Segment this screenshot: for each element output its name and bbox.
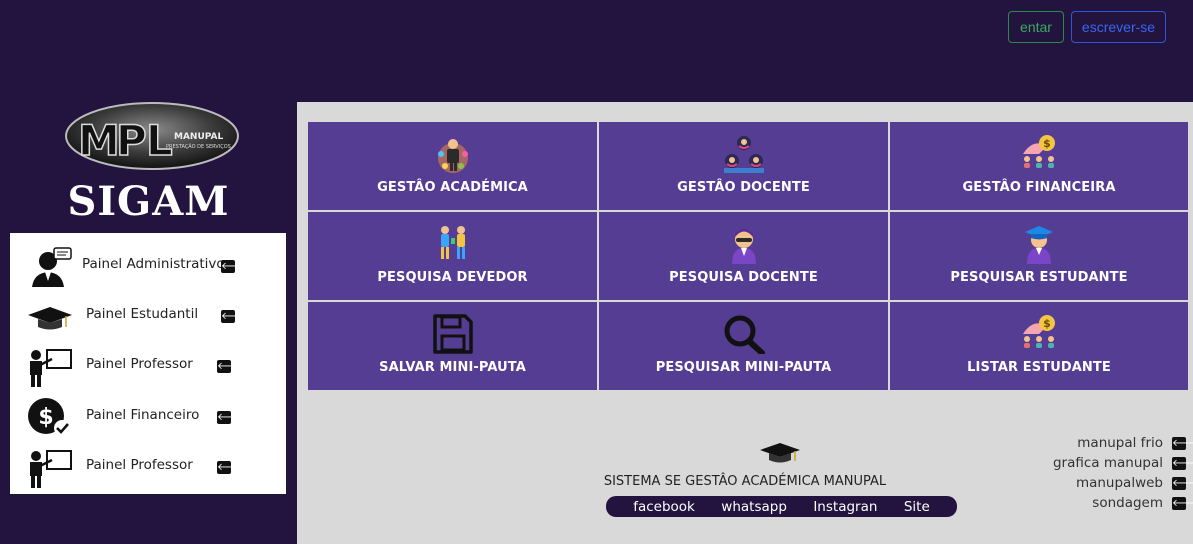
link-grafica-manupal[interactable]: grafica manupal 🡐 [997, 454, 1193, 472]
footer-title-text: SISTEMA SE GESTÂO ACADÉMICA MANUPAL [603, 474, 887, 489]
tile-gestao-academica[interactable]: GESTÂO ACADÉMICA [308, 122, 597, 210]
site-link[interactable]: Site [904, 499, 930, 515]
academic-icon [437, 139, 468, 173]
app-window: entar escrever-se M P L MANUPAL PRESTAÇÃ… [0, 0, 1193, 544]
sidebar-item-label: Painel Professor [86, 356, 193, 372]
brand-title: SIGAM [67, 178, 230, 225]
svg-text:$: $ [38, 405, 53, 430]
arrow-left-icon: 🡐 [1172, 437, 1193, 450]
dollar-check-icon: $ [28, 398, 70, 436]
link-label: manupalweb [1075, 475, 1163, 491]
link-manupal-frio[interactable]: manupal frio 🡐 [997, 434, 1193, 452]
link-label: grafica manupal [1052, 455, 1163, 471]
admin-icon [32, 247, 72, 287]
signup-button[interactable]: escrever-se [1071, 11, 1166, 43]
tile-label: GESTÂO DOCENTE [677, 180, 810, 195]
instagram-link[interactable]: Instagran [813, 499, 877, 515]
arrow-left-icon: 🡐 [1172, 477, 1193, 490]
student-icon [1025, 226, 1053, 264]
tile-label: GESTÂO ACADÉMICA [377, 180, 528, 195]
tile-salvar-mini-pauta[interactable]: SALVAR MINI-PAUTA [308, 302, 597, 390]
tile-gestao-docente[interactable]: GESTÂO DOCENTE [599, 122, 888, 210]
company-logo: M P L MANUPAL PRESTAÇÃO DE SERVIÇOS [65, 102, 239, 170]
teachers-group-icon [723, 136, 764, 173]
sidebar-item-label: Painel Professor [86, 457, 193, 473]
sidebar-item-student[interactable]: Painel Estudantil 🡐 [10, 291, 286, 341]
module-grid: GESTÂO ACADÉMICA GESTÂO DOCENTE $ GESTÂO… [308, 122, 1188, 390]
tile-listar-estudante[interactable]: $ LISTAR ESTUDANTE [890, 302, 1188, 390]
tile-label: PESQUISAR ESTUDANTE [950, 270, 1128, 285]
teacher-search-icon [731, 229, 756, 264]
sidebar-item-label: Painel Financeiro [86, 407, 200, 423]
tile-label: GESTÂO FINANCEIRA [962, 180, 1116, 195]
link-manupalweb[interactable]: manupalweb 🡐 [997, 474, 1193, 492]
debtor-icon [440, 226, 465, 259]
svg-text:$: $ [1043, 137, 1051, 150]
tile-label: PESQUISA DEVEDOR [377, 270, 528, 285]
svg-text:P: P [116, 116, 147, 165]
svg-text:M: M [78, 116, 120, 165]
sidebar-item-admin[interactable]: Painel Administrativo 🡐 [10, 241, 286, 291]
arrow-left-icon: 🡐 [221, 310, 248, 323]
tile-label: PESQUISAR MINI-PAUTA [655, 360, 832, 375]
tile-pesquisar-mini-pauta[interactable]: PESQUISAR MINI-PAUTA [599, 302, 888, 390]
tile-label: SALVAR MINI-PAUTA [379, 360, 526, 375]
arrow-left-icon: 🡐 [221, 260, 248, 273]
arrow-left-icon: 🡐 [217, 360, 244, 373]
teacher-board-icon [30, 349, 72, 387]
tile-gestao-financeira[interactable]: $ GESTÂO FINANCEIRA [890, 122, 1188, 210]
whatsapp-link[interactable]: whatsapp [721, 499, 787, 515]
link-label: manupal frio [1077, 435, 1163, 451]
tile-pesquisar-estudante[interactable]: PESQUISAR ESTUDANTE [890, 212, 1188, 300]
arrow-left-icon: 🡐 [217, 411, 244, 424]
teacher-board-icon [30, 450, 72, 488]
login-button[interactable]: entar [1008, 11, 1064, 43]
tile-label: LISTAR ESTUDANTE [967, 360, 1111, 375]
link-label: sondagem [1092, 495, 1163, 511]
arrow-left-icon: 🡐 [1172, 497, 1193, 510]
arrow-left-icon: 🡐 [217, 461, 244, 474]
sidebar-item-label: Painel Administrativo [82, 256, 225, 272]
sidebar-item-professor[interactable]: Painel Professor 🡐 [10, 341, 286, 391]
sidebar-panel: Painel Administrativo 🡐 Painel Estudanti… [10, 233, 286, 494]
save-icon [432, 314, 473, 354]
tile-pesquisa-devedor[interactable]: PESQUISA DEVEDOR [308, 212, 597, 300]
logo-subtext-2: PRESTAÇÃO DE SERVIÇOS [166, 143, 231, 150]
graduation-cap-icon [760, 443, 800, 463]
sidebar-item-professor-2[interactable]: Painel Professor 🡐 [10, 442, 286, 492]
magnifier-icon [724, 315, 765, 354]
tile-pesquisa-docente[interactable]: PESQUISA DOCENTE [599, 212, 888, 300]
social-links-bar: facebook whatsapp Instagran Site [606, 496, 957, 517]
finance-icon: $ [1023, 315, 1055, 348]
logo-subtext-1: MANUPAL [174, 132, 223, 142]
facebook-link[interactable]: facebook [633, 499, 695, 515]
graduation-cap-icon [28, 307, 72, 330]
sidebar-item-finance[interactable]: $ Painel Financeiro 🡐 [10, 392, 286, 442]
svg-text:L: L [146, 116, 173, 165]
link-sondagem[interactable]: sondagem 🡐 [997, 494, 1193, 512]
main-content: GESTÂO ACADÉMICA GESTÂO DOCENTE $ GESTÂO… [297, 102, 1193, 544]
arrow-left-icon: 🡐 [1172, 457, 1193, 470]
svg-text:$: $ [1043, 317, 1051, 330]
tile-label: PESQUISA DOCENTE [669, 270, 818, 285]
sidebar-item-label: Painel Estudantil [86, 306, 199, 322]
finance-icon: $ [1023, 135, 1055, 168]
